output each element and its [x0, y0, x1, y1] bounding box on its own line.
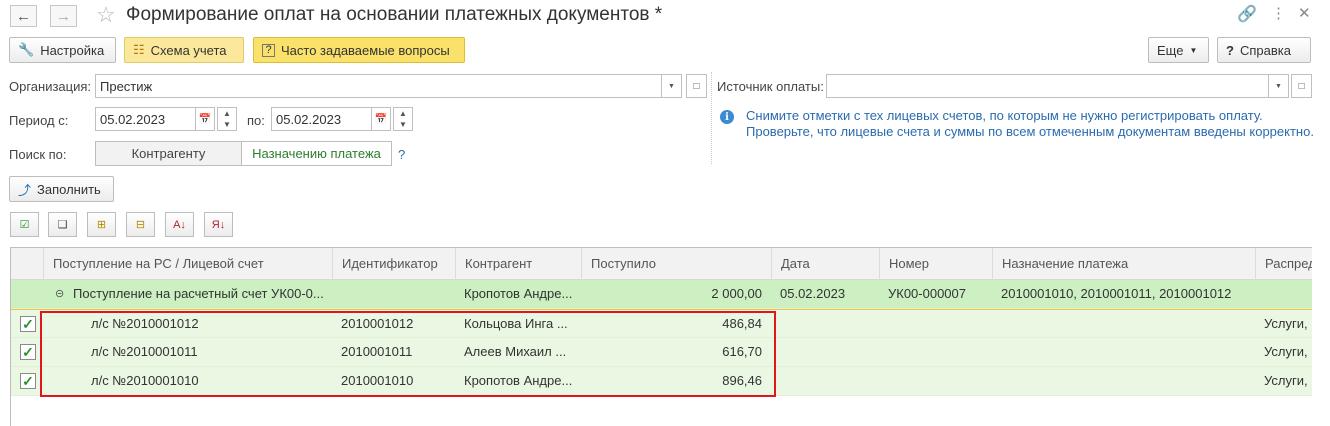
link-icon[interactable]: 🔗: [1237, 4, 1257, 24]
question-icon: ?: [1226, 42, 1234, 58]
more-vertical-icon[interactable]: ⋮: [1271, 4, 1286, 22]
search-by-purpose[interactable]: Назначению платежа: [241, 141, 392, 166]
settings-button[interactable]: 🔧 Настройка: [9, 37, 116, 63]
sort-desc-icon: Я↓: [211, 218, 226, 231]
row-checkbox[interactable]: ✓: [20, 316, 36, 332]
uncheck-all-icon: ❏: [57, 219, 68, 231]
header-check: [11, 248, 43, 280]
source-label: Источник оплаты:: [717, 79, 824, 94]
close-icon[interactable]: ✕: [1298, 4, 1311, 22]
expand-icon: ⊞: [96, 219, 107, 231]
row-distribution: Услуги,: [1264, 373, 1308, 388]
fill-arrow-icon: ⤴: [18, 182, 32, 198]
divider: [711, 72, 712, 164]
group-doc: Поступление на расчетный счет УК00-0...: [73, 286, 324, 301]
organization-field[interactable]: Престиж ▼: [95, 74, 682, 98]
question-icon: ?: [262, 43, 275, 57]
chevron-up-icon: ▲: [399, 109, 407, 118]
collapse-group-icon[interactable]: ⊝: [55, 280, 67, 308]
period-to-label: по:: [247, 113, 265, 128]
faq-button[interactable]: ? Часто задаваемые вопросы: [253, 37, 465, 63]
period-from-stepper[interactable]: ▲ ▼: [217, 107, 237, 131]
chevron-up-icon: ▲: [223, 109, 231, 118]
page-title: Формирование оплат на основании платежны…: [126, 4, 663, 25]
forward-button[interactable]: →: [50, 5, 77, 27]
header-doc[interactable]: Поступление на РС / Лицевой счет: [43, 248, 333, 280]
search-by-label: Поиск по:: [9, 147, 67, 162]
check-all-icon: ☑: [19, 219, 30, 231]
wrench-icon: 🔧: [18, 42, 35, 57]
group-counterparty: Кропотов Андре...: [464, 286, 573, 301]
header-id[interactable]: Идентификатор: [332, 248, 456, 280]
row-distribution: Услуги,: [1264, 316, 1308, 331]
chevron-down-icon: ▼: [399, 120, 407, 129]
group-row[interactable]: ⊝ Поступление на расчетный счет УК00-0..…: [11, 280, 1312, 309]
calendar-icon: 📅: [198, 113, 212, 125]
period-from-field[interactable]: 05.02.2023: [95, 107, 197, 131]
uncheck-all-button[interactable]: ❏: [48, 212, 77, 237]
open-icon: □: [1298, 80, 1305, 92]
header-date[interactable]: Дата: [771, 248, 880, 280]
group-date: 05.02.2023: [780, 286, 846, 301]
row-checkbox[interactable]: ✓: [20, 344, 36, 360]
header-amount[interactable]: Поступило: [581, 248, 772, 280]
header-counterparty[interactable]: Контрагент: [455, 248, 582, 280]
source-open-button[interactable]: □: [1291, 74, 1312, 98]
star-icon[interactable]: ☆: [96, 2, 116, 28]
header-number[interactable]: Номер: [879, 248, 993, 280]
accounting-schema-button[interactable]: ☷ Схема учета: [124, 37, 244, 63]
collapse-all-button[interactable]: ⊟: [126, 212, 155, 237]
org-open-button[interactable]: □: [686, 74, 707, 98]
info-line-2: Проверьте, что лицевые счета и суммы по …: [746, 124, 1314, 139]
search-help-link[interactable]: ?: [398, 147, 405, 162]
info-icon: i: [720, 110, 734, 124]
open-icon: □: [693, 80, 700, 92]
search-by-counterparty[interactable]: Контрагенту: [95, 141, 242, 166]
chevron-down-icon: ▼: [223, 120, 231, 129]
sort-desc-button[interactable]: Я↓: [204, 212, 233, 237]
group-number: УК00-000007: [888, 286, 966, 301]
source-field[interactable]: ▼: [826, 74, 1289, 98]
source-dropdown-button[interactable]: ▼: [1268, 75, 1288, 97]
back-button[interactable]: ←: [10, 5, 37, 27]
org-dropdown-button[interactable]: ▼: [661, 75, 681, 97]
header-purpose[interactable]: Назначение платежа: [992, 248, 1256, 280]
chevron-down-icon: ▼: [668, 82, 675, 90]
group-amount: 2 000,00: [711, 286, 762, 301]
header-distribution[interactable]: Распред: [1255, 248, 1312, 280]
period-to-stepper[interactable]: ▲ ▼: [393, 107, 413, 131]
hierarchy-icon: ☷: [133, 42, 145, 57]
arrow-right-icon: →: [56, 7, 71, 25]
group-purpose: 2010001010, 2010001011, 2010001012: [1001, 286, 1232, 301]
row-checkbox[interactable]: ✓: [20, 373, 36, 389]
period-from-label: Период с:: [9, 113, 69, 128]
sort-asc-icon: A↓: [173, 218, 186, 231]
check-all-button[interactable]: ☑: [10, 212, 39, 237]
chevron-down-icon: ▼: [1275, 82, 1282, 90]
period-to-field[interactable]: 05.02.2023: [271, 107, 373, 131]
calendar-button[interactable]: 📅: [371, 107, 391, 131]
more-button[interactable]: Еще ▼: [1148, 37, 1209, 63]
collapse-icon: ⊟: [135, 219, 146, 231]
highlight-frame: [40, 311, 776, 397]
info-line-1: Снимите отметки с тех лицевых счетов, по…: [746, 108, 1263, 123]
expand-all-button[interactable]: ⊞: [87, 212, 116, 237]
organization-label: Организация:: [9, 79, 92, 94]
table-header: Поступление на РС / Лицевой счет Идентиф…: [11, 248, 1312, 280]
row-distribution: Услуги,: [1264, 344, 1308, 359]
arrow-left-icon: ←: [16, 7, 31, 25]
calendar-button[interactable]: 📅: [195, 107, 215, 131]
chevron-down-icon: ▼: [1189, 45, 1198, 55]
sort-asc-button[interactable]: A↓: [165, 212, 194, 237]
fill-button[interactable]: ⤴ Заполнить: [9, 176, 114, 202]
help-button[interactable]: ? Справка: [1217, 37, 1311, 63]
calendar-icon: 📅: [374, 113, 388, 125]
